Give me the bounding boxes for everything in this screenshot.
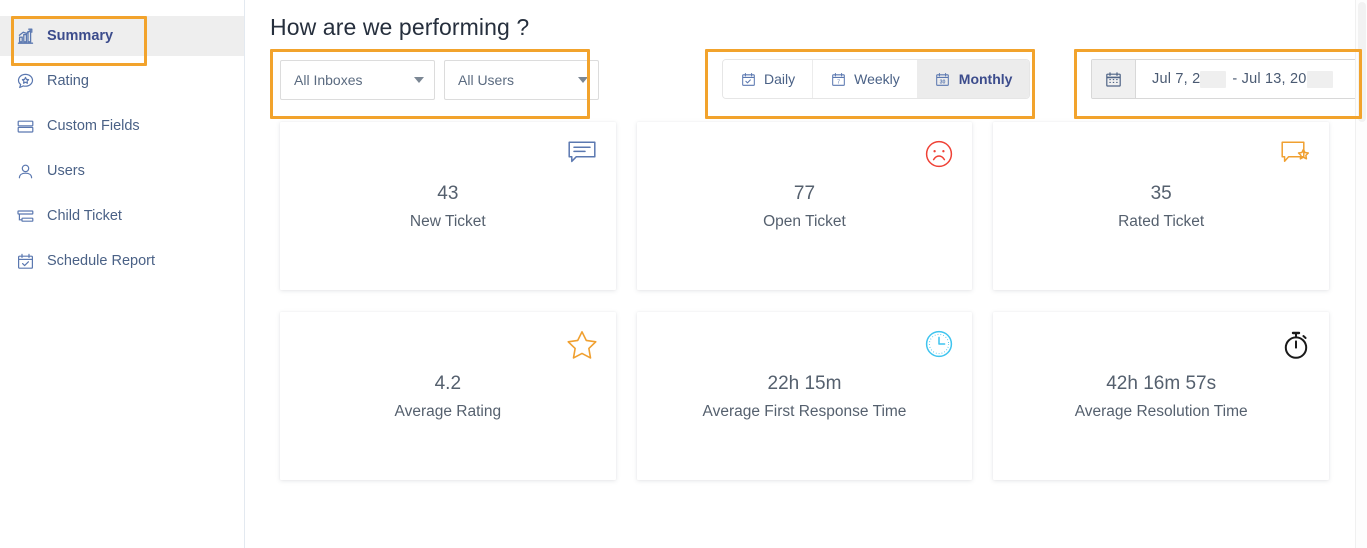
- user-icon: [16, 162, 35, 181]
- metric-card-avg-resolution-time[interactable]: 42h 16m 57s Average Resolution Time: [993, 312, 1329, 480]
- metric-label: Average Rating: [395, 404, 502, 420]
- metric-card-avg-first-response-time[interactable]: 22h 15m Average First Response Time: [637, 312, 973, 480]
- inbox-select[interactable]: All Inboxes: [280, 60, 435, 100]
- sidebar-item-label: Custom Fields: [47, 119, 140, 134]
- metric-label: New Ticket: [410, 214, 486, 230]
- metric-value: 35: [1151, 184, 1172, 203]
- sidebar-item-label: Rating: [47, 74, 89, 89]
- metric-label: Open Ticket: [763, 214, 846, 230]
- sidebar-item-label: Users: [47, 164, 85, 179]
- chevron-down-icon: [578, 77, 588, 83]
- calendar-7-icon: 7: [830, 71, 846, 87]
- metric-card-average-rating[interactable]: 4.2 Average Rating: [280, 312, 616, 480]
- metric-value: 42h 16m 57s: [1106, 374, 1216, 393]
- metric-card-grid: 43 New Ticket 77 Open Ticket: [270, 122, 1339, 480]
- metric-value: 22h 15m: [768, 374, 842, 393]
- sidebar-item-custom-fields[interactable]: Custom Fields: [0, 106, 244, 146]
- child-ticket-icon: [16, 207, 35, 226]
- bar-chart-icon: [16, 27, 35, 46]
- metric-label: Average Resolution Time: [1075, 404, 1248, 420]
- sidebar-item-label: Child Ticket: [47, 209, 122, 224]
- chevron-down-icon: [414, 77, 424, 83]
- svg-text:30: 30: [940, 79, 946, 85]
- user-select-value: All Users: [458, 72, 578, 88]
- reports-dashboard: Summary Rating Custom Fields: [0, 0, 1367, 548]
- metric-card-new-ticket[interactable]: 43 New Ticket: [280, 122, 616, 290]
- metric-card-rated-ticket[interactable]: 35 Rated Ticket: [993, 122, 1329, 290]
- calendar-icon[interactable]: [1092, 60, 1136, 98]
- sidebar-item-child-ticket[interactable]: Child Ticket: [0, 196, 244, 236]
- period-tab-label: Weekly: [854, 71, 900, 87]
- sidebar-item-summary[interactable]: Summary: [0, 16, 244, 56]
- sidebar-item-label: Summary: [47, 29, 113, 44]
- vertical-scrollbar[interactable]: [1355, 0, 1367, 548]
- stopwatch-icon: [1280, 330, 1310, 360]
- inbox-select-value: All Inboxes: [294, 72, 414, 88]
- user-select[interactable]: All Users: [444, 60, 599, 100]
- main-content: How are we performing ? All Inboxes All …: [245, 0, 1367, 548]
- calendar-30-icon: 30: [935, 71, 951, 87]
- sidebar-item-users[interactable]: Users: [0, 151, 244, 191]
- period-tab-monthly[interactable]: 30 Monthly: [918, 60, 1030, 98]
- comment-icon: [567, 140, 597, 170]
- redaction-block-start-year: [1200, 71, 1226, 88]
- metric-label: Average First Response Time: [703, 404, 907, 420]
- date-range-end: - Jul 13, 20: [1232, 71, 1306, 87]
- metric-value: 4.2: [435, 374, 461, 393]
- svg-text:7: 7: [837, 79, 840, 85]
- calendar-check-icon: [16, 252, 35, 271]
- sidebar-item-rating[interactable]: Rating: [0, 61, 244, 101]
- metric-label: Rated Ticket: [1118, 214, 1204, 230]
- sad-face-icon: [923, 140, 953, 170]
- date-range-value[interactable]: Jul 7, 2 - Jul 13, 20: [1136, 60, 1362, 98]
- rows-icon: [16, 117, 35, 136]
- star-icon: [567, 330, 597, 360]
- date-range-start: Jul 7, 2: [1152, 71, 1200, 87]
- metric-value: 43: [437, 184, 458, 203]
- chat-star-icon: [16, 72, 35, 91]
- filter-bar: All Inboxes All Users: [270, 47, 1339, 121]
- scrollbar-thumb[interactable]: [1358, 2, 1366, 122]
- clock-icon: [923, 330, 953, 360]
- redaction-block-end-year: [1307, 71, 1333, 88]
- period-tab-weekly[interactable]: 7 Weekly: [813, 60, 918, 98]
- period-tab-label: Monthly: [959, 71, 1013, 87]
- period-toggle-group: Daily 7 Weekly: [722, 59, 1030, 99]
- sidebar-item-label: Schedule Report: [47, 254, 155, 269]
- period-tab-label: Daily: [764, 71, 795, 87]
- metric-card-open-ticket[interactable]: 77 Open Ticket: [637, 122, 973, 290]
- sidebar-item-schedule-report[interactable]: Schedule Report: [0, 241, 244, 281]
- period-tab-daily[interactable]: Daily: [723, 60, 813, 98]
- date-range-picker: Jul 7, 2 - Jul 13, 20: [1091, 59, 1363, 99]
- calendar-check-icon: [740, 71, 756, 87]
- page-title: How are we performing ?: [270, 14, 1339, 41]
- sidebar: Summary Rating Custom Fields: [0, 0, 245, 548]
- chat-star-icon: [1280, 140, 1310, 170]
- select-filter-group: All Inboxes All Users: [280, 60, 599, 100]
- metric-value: 77: [794, 184, 815, 203]
